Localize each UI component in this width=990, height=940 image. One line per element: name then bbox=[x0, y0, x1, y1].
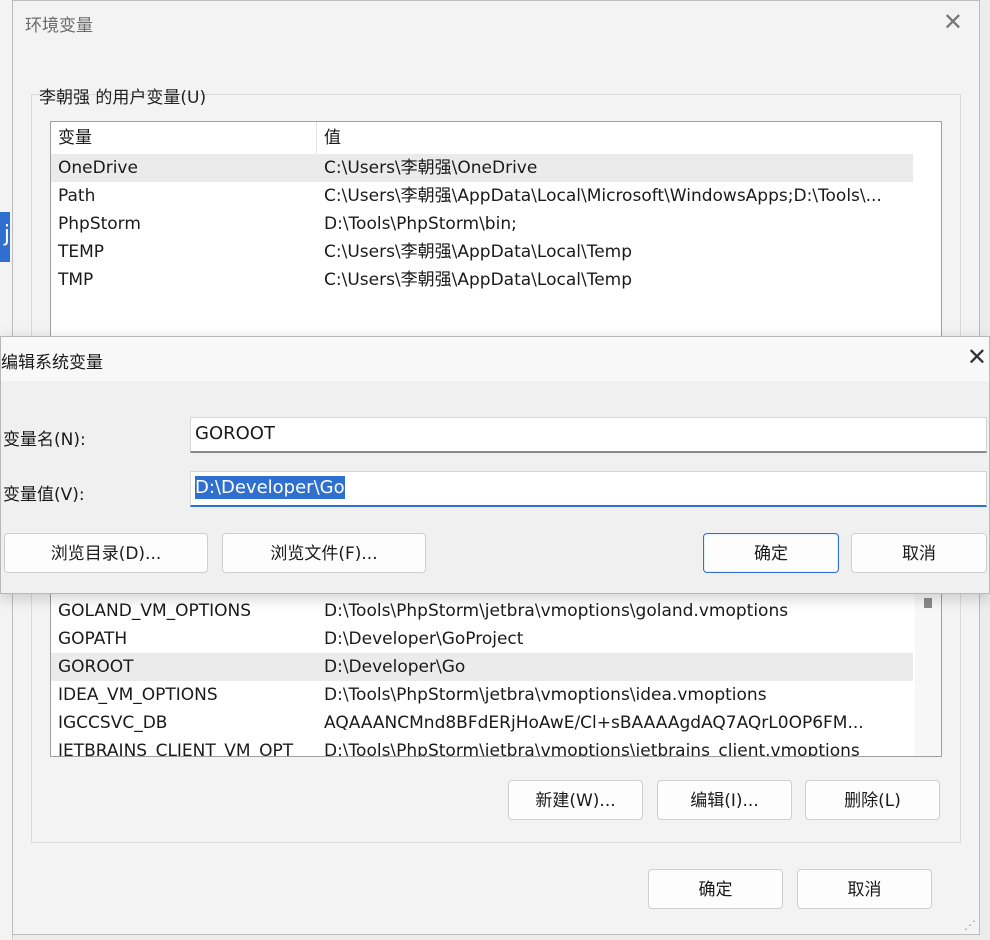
table-row[interactable]: Path C:\Users\李朝强\AppData\Local\Microsof… bbox=[51, 182, 913, 210]
table-row[interactable]: GOROOT D:\Developer\Go bbox=[51, 653, 913, 681]
table-row[interactable]: GOLAND_VM_OPTIONS D:\Tools\PhpStorm\jetb… bbox=[51, 597, 913, 625]
dialog-cancel-button[interactable]: 取消 bbox=[851, 533, 987, 573]
edit-system-variable-dialog: 编辑系统变量 ✕ 变量名(N): GOROOT 变量值(V): D:\Devel… bbox=[0, 336, 990, 594]
table-row[interactable]: PhpStorm D:\Tools\PhpStorm\bin; bbox=[51, 210, 913, 238]
var-name: OneDrive bbox=[58, 158, 138, 178]
var-name: PhpStorm bbox=[58, 214, 141, 234]
var-value: D:\Tools\PhpStorm\bin; bbox=[324, 214, 517, 234]
dialog-titlebar[interactable]: 编辑系统变量 ✕ bbox=[1, 337, 989, 381]
table-row[interactable]: IGCCSVC_DB AQAAANCMnd8BFdERjHoAwE/Cl+sBA… bbox=[51, 709, 913, 737]
background-glyph: j bbox=[3, 222, 10, 247]
var-name: GOLAND_VM_OPTIONS bbox=[58, 601, 252, 621]
variable-name-text: GOROOT bbox=[195, 423, 275, 444]
close-icon[interactable]: ✕ bbox=[967, 342, 987, 372]
var-value: C:\Users\李朝强\OneDrive bbox=[324, 158, 538, 178]
user-vars-list[interactable]: 变量 值 OneDrive C:\Users\李朝强\OneDrive Path… bbox=[50, 121, 942, 351]
variable-value-selected-text: D:\Developer\Go bbox=[195, 476, 345, 499]
variable-name-input[interactable]: GOROOT bbox=[190, 417, 987, 453]
new-button[interactable]: 新建(W)... bbox=[508, 780, 643, 820]
var-value: D:\Developer\GoProject bbox=[324, 629, 524, 649]
background-selected-item: j bbox=[0, 212, 10, 262]
var-name: IDEA_VM_OPTIONS bbox=[58, 685, 218, 705]
dialog-ok-button[interactable]: 确定 bbox=[703, 533, 839, 573]
column-header-name[interactable]: 变量 bbox=[51, 122, 317, 154]
close-icon[interactable]: ✕ bbox=[943, 7, 963, 37]
delete-button[interactable]: 删除(L) bbox=[805, 780, 940, 820]
variable-name-label: 变量名(N): bbox=[3, 430, 86, 450]
browse-directory-button[interactable]: 浏览目录(D)... bbox=[4, 533, 208, 573]
table-row[interactable]: JETBRAINS_CLIENT_VM_OPT D:\Tools\PhpStor… bbox=[51, 737, 913, 757]
var-value: C:\Users\李朝强\AppData\Local\Temp bbox=[324, 242, 633, 262]
var-name: Path bbox=[58, 186, 96, 206]
var-value: D:\Tools\PhpStorm\jetbra\vmoptions\idea.… bbox=[324, 685, 767, 705]
var-value: AQAAANCMnd8BFdERjHoAwE/Cl+sBAAAAgdAQ7AQr… bbox=[324, 713, 864, 733]
var-name: GOROOT bbox=[58, 657, 134, 677]
var-name: JETBRAINS_CLIENT_VM_OPT bbox=[58, 741, 294, 757]
table-row[interactable]: GOPATH D:\Developer\GoProject bbox=[51, 625, 913, 653]
user-vars-group-label: 李朝强 的用户变量(U) bbox=[39, 88, 207, 108]
table-row[interactable]: TMP C:\Users\李朝强\AppData\Local\Temp bbox=[51, 266, 913, 294]
var-value: D:\Developer\Go bbox=[324, 657, 466, 677]
cancel-button[interactable]: 取消 bbox=[797, 869, 932, 909]
resize-grip-icon[interactable]: ⋰ bbox=[964, 918, 976, 932]
table-row[interactable]: IDEA_VM_OPTIONS D:\Tools\PhpStorm\jetbra… bbox=[51, 681, 913, 709]
dialog-title: 编辑系统变量 bbox=[1, 353, 103, 373]
var-value: C:\Users\李朝强\AppData\Local\Temp bbox=[324, 270, 633, 290]
var-value: C:\Users\李朝强\AppData\Local\Microsoft\Win… bbox=[324, 186, 882, 206]
var-name: GOPATH bbox=[58, 629, 128, 649]
list-header: 变量 值 bbox=[51, 122, 913, 155]
variable-value-input[interactable]: D:\Developer\Go bbox=[190, 471, 987, 507]
var-value: D:\Tools\PhpStorm\jetbra\vmoptions\golan… bbox=[324, 601, 789, 621]
var-name: TEMP bbox=[58, 242, 105, 262]
scroll-thumb[interactable] bbox=[924, 598, 932, 608]
edit-button[interactable]: 编辑(I)... bbox=[657, 780, 792, 820]
var-name: IGCCSVC_DB bbox=[58, 713, 168, 733]
table-row[interactable]: OneDrive C:\Users\李朝强\OneDrive bbox=[51, 154, 913, 182]
variable-value-label: 变量值(V): bbox=[3, 485, 85, 505]
var-name: TMP bbox=[58, 270, 94, 290]
column-header-value[interactable]: 值 bbox=[317, 122, 913, 154]
browse-file-button[interactable]: 浏览文件(F)... bbox=[222, 533, 426, 573]
table-row[interactable]: TEMP C:\Users\李朝强\AppData\Local\Temp bbox=[51, 238, 913, 266]
var-value: D:\Tools\PhpStorm\jetbra\vmoptions\jetbr… bbox=[324, 741, 860, 757]
window-title: 环境变量 bbox=[25, 16, 93, 36]
ok-button[interactable]: 确定 bbox=[648, 869, 783, 909]
